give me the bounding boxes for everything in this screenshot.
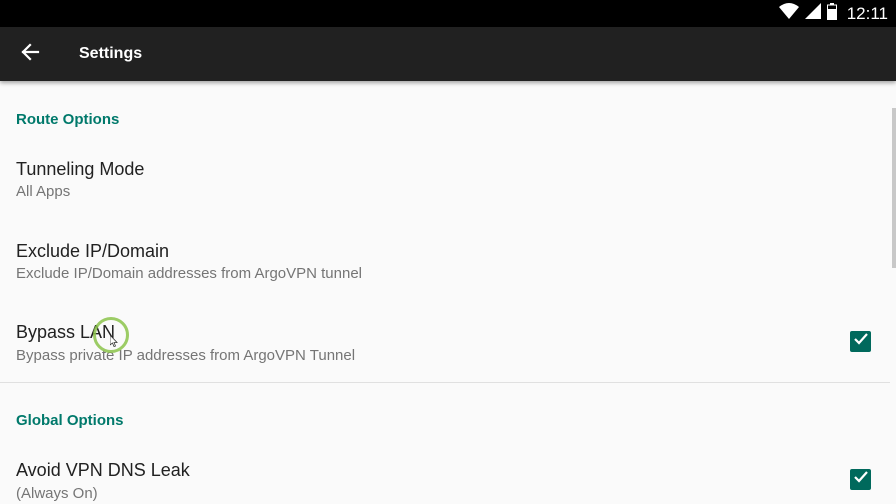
back-button[interactable] xyxy=(10,34,50,74)
checkmark-icon xyxy=(853,331,869,352)
status-time: 12:11 xyxy=(846,3,888,23)
pref-summary: Exclude IP/Domain addresses from ArgoVPN… xyxy=(16,265,363,282)
signal-icon xyxy=(804,3,821,24)
page-title: Settings xyxy=(79,45,143,62)
section-header-route-options: Route Options xyxy=(16,111,120,128)
status-icons: 12:11 xyxy=(778,0,888,27)
scrollbar[interactable] xyxy=(892,108,896,268)
pref-avoid-vpn-dns-leak[interactable]: Avoid VPN DNS Leak (Always On) xyxy=(0,451,890,504)
battery-icon xyxy=(826,2,837,25)
pref-tunneling-mode[interactable]: Tunneling Mode All Apps xyxy=(0,149,890,227)
pref-summary: Bypass private IP addresses from ArgoVPN… xyxy=(16,347,356,364)
pref-title: Bypass LAN xyxy=(16,322,116,342)
wifi-icon xyxy=(778,3,799,24)
pref-summary: All Apps xyxy=(16,183,71,200)
section-header-global-options: Global Options xyxy=(16,412,124,429)
arrow-back-icon xyxy=(20,42,40,67)
app-toolbar: Settings xyxy=(0,27,896,81)
pref-title: Avoid VPN DNS Leak xyxy=(16,460,190,480)
checkmark-icon xyxy=(853,469,869,490)
pref-title: Tunneling Mode xyxy=(16,159,145,179)
status-bar: 12:11 xyxy=(0,0,896,27)
pref-bypass-lan[interactable]: Bypass LAN Bypass private IP addresses f… xyxy=(0,313,890,381)
settings-list[interactable]: Route Options Tunneling Mode All Apps Ex… xyxy=(0,81,896,504)
pref-exclude-ip-domain[interactable]: Exclude IP/Domain Exclude IP/Domain addr… xyxy=(0,231,890,309)
section-divider xyxy=(0,382,890,383)
pref-summary: (Always On) xyxy=(16,485,98,502)
bypass-lan-checkbox[interactable] xyxy=(850,331,871,352)
avoid-dns-leak-checkbox[interactable] xyxy=(850,469,871,490)
pref-title: Exclude IP/Domain xyxy=(16,241,170,261)
